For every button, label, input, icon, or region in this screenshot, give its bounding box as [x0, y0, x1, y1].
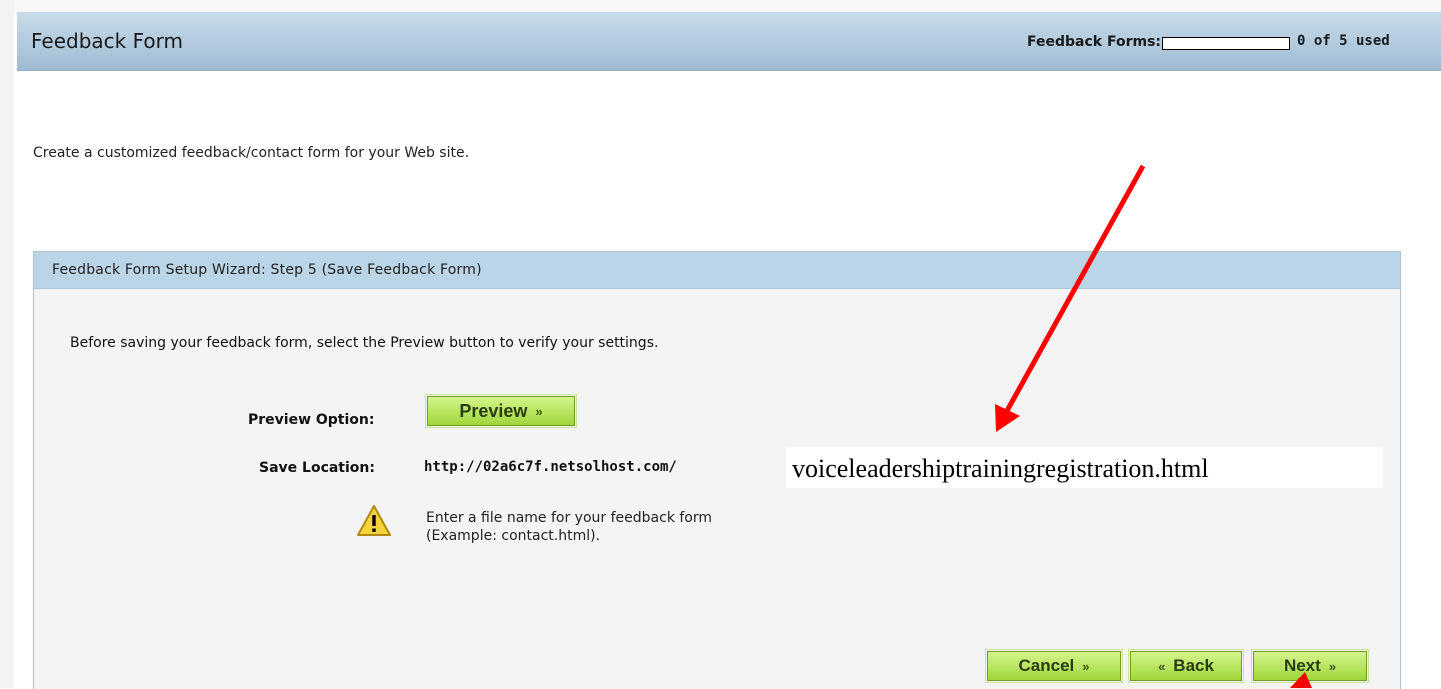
double-chevron-left-icon: «: [1158, 658, 1166, 674]
save-location-label: Save Location:: [259, 460, 375, 476]
wizard-title: Feedback Form Setup Wizard: Step 5 (Save…: [52, 262, 482, 278]
filename-input[interactable]: [786, 447, 1383, 488]
page-header: Feedback Form Feedback Forms: 0 of 5 use…: [17, 12, 1441, 71]
preview-option-label: Preview Option:: [248, 412, 375, 428]
warning-message: Enter a file name for your feedback form…: [426, 509, 712, 545]
warning-line-1: Enter a file name for your feedback form: [426, 510, 713, 526]
intro-text: Create a customized feedback/contact for…: [33, 145, 470, 161]
preview-button-label: Preview: [459, 400, 528, 421]
cancel-button[interactable]: Cancel »: [985, 649, 1123, 683]
back-button[interactable]: « Back: [1128, 649, 1244, 683]
page-top-margin: [0, 0, 1441, 12]
setup-wizard-panel: Feedback Form Setup Wizard: Step 5 (Save…: [33, 251, 1401, 689]
quota-progress-bar: [1162, 37, 1290, 50]
save-location-url: http://02a6c7f.netsolhost.com/: [424, 459, 677, 475]
back-button-label: Back: [1173, 656, 1214, 675]
cancel-button-label: Cancel: [1018, 656, 1075, 675]
next-button[interactable]: Next »: [1251, 649, 1369, 683]
wizard-header: Feedback Form Setup Wizard: Step 5 (Save…: [34, 252, 1400, 289]
page-left-margin: [0, 0, 14, 688]
double-chevron-right-icon: »: [535, 403, 543, 419]
warning-icon: [357, 505, 391, 536]
quota-label: Feedback Forms:: [1027, 34, 1161, 50]
quota-count: 0 of 5 used: [1297, 33, 1390, 49]
double-chevron-right-icon: »: [1328, 658, 1337, 674]
page-title: Feedback Form: [31, 29, 183, 53]
double-chevron-right-icon: »: [1082, 658, 1090, 674]
warning-line-2: (Example: contact.html).: [426, 528, 601, 544]
preview-button[interactable]: Preview »: [425, 394, 577, 428]
next-button-label: Next: [1283, 656, 1321, 675]
wizard-instruction: Before saving your feedback form, select…: [70, 335, 659, 351]
